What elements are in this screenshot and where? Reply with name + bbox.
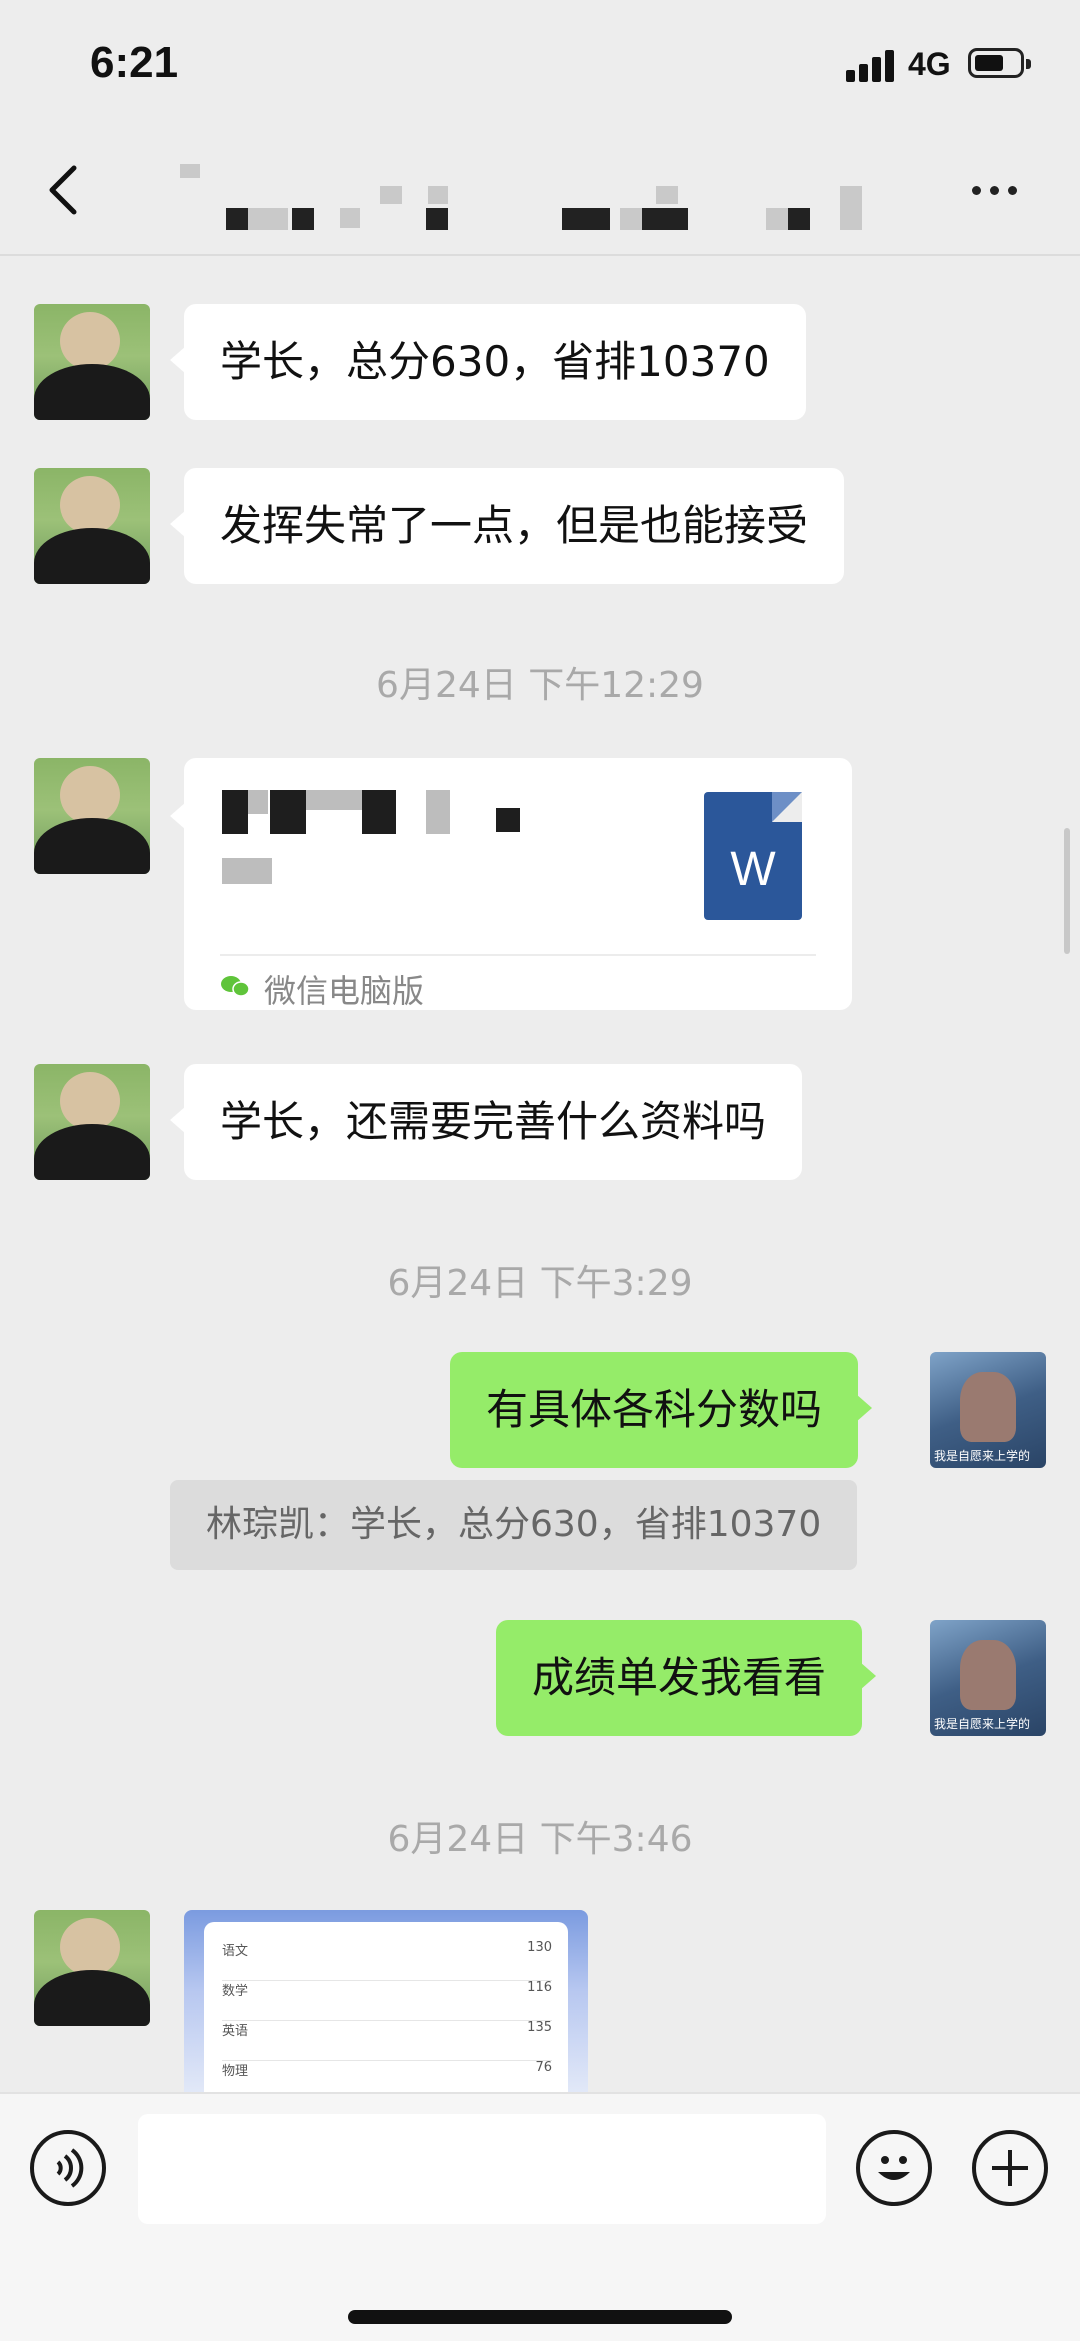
- signal-icon: [846, 48, 898, 82]
- back-chevron-icon[interactable]: [40, 160, 100, 220]
- score-row: 语文 130: [222, 1940, 552, 1981]
- more-dots-icon[interactable]: [972, 170, 1032, 210]
- score-row: 数学 116: [222, 1980, 552, 2021]
- timestamp: 6月24日 下午3:46: [387, 1819, 693, 1860]
- voice-icon[interactable]: [30, 2130, 106, 2206]
- timestamp: 6月24日 下午12:29: [376, 665, 704, 706]
- timestamp: 6月24日 下午3:29: [387, 1263, 693, 1304]
- home-indicator: [348, 2310, 732, 2324]
- image-message[interactable]: 语文 130 数学 116 英语 135 物理 76: [184, 1910, 588, 2092]
- avatar[interactable]: [34, 1910, 150, 2026]
- status-time: 6:21: [90, 38, 179, 87]
- file-message-card[interactable]: W 微信电脑版: [170, 758, 852, 1010]
- message-bubble-incoming[interactable]: 学长，总分630，省排10370: [170, 304, 806, 420]
- wechat-icon: [220, 974, 250, 998]
- avatar[interactable]: [34, 304, 150, 420]
- avatar[interactable]: [34, 758, 150, 874]
- file-source-label: 微信电脑版: [264, 972, 425, 1010]
- quoted-reply[interactable]: 林琮凯：学长，总分630，省排10370: [170, 1480, 858, 1570]
- word-file-icon: W: [704, 792, 802, 920]
- message-bubble-incoming[interactable]: 发挥失常了一点，但是也能接受: [169, 468, 845, 584]
- chat-list[interactable]: 学长，总分630，省排10370 发挥失常了一点，但是也能接受 6月24日 下午…: [0, 256, 1080, 2092]
- avatar-self[interactable]: 我是自愿来上学的: [930, 1620, 1046, 1736]
- score-row: 物理 76: [222, 2060, 552, 2092]
- avatar[interactable]: [34, 1064, 150, 1180]
- score-row: 英语 135: [222, 2020, 552, 2061]
- message-input[interactable]: [138, 2114, 826, 2224]
- message-bubble-incoming[interactable]: 学长，还需要完善什么资料吗: [169, 1064, 803, 1180]
- battery-icon: [968, 48, 1031, 78]
- message-bubble-outgoing[interactable]: 有具体各科分数吗: [450, 1352, 873, 1468]
- emoji-icon[interactable]: [856, 2130, 932, 2206]
- avatar-self[interactable]: 我是自愿来上学的: [930, 1352, 1046, 1468]
- avatar[interactable]: [34, 468, 150, 584]
- chat-title-redacted: [180, 160, 900, 230]
- plus-icon[interactable]: [972, 2130, 1048, 2206]
- message-bubble-outgoing[interactable]: 成绩单发我看看: [496, 1620, 877, 1736]
- scrollbar[interactable]: [1064, 828, 1070, 954]
- chat-header: [0, 130, 1080, 256]
- status-bar: 6:21 4G: [0, 0, 1080, 130]
- input-bar: [0, 2092, 1080, 2341]
- network-label: 4G: [908, 46, 951, 82]
